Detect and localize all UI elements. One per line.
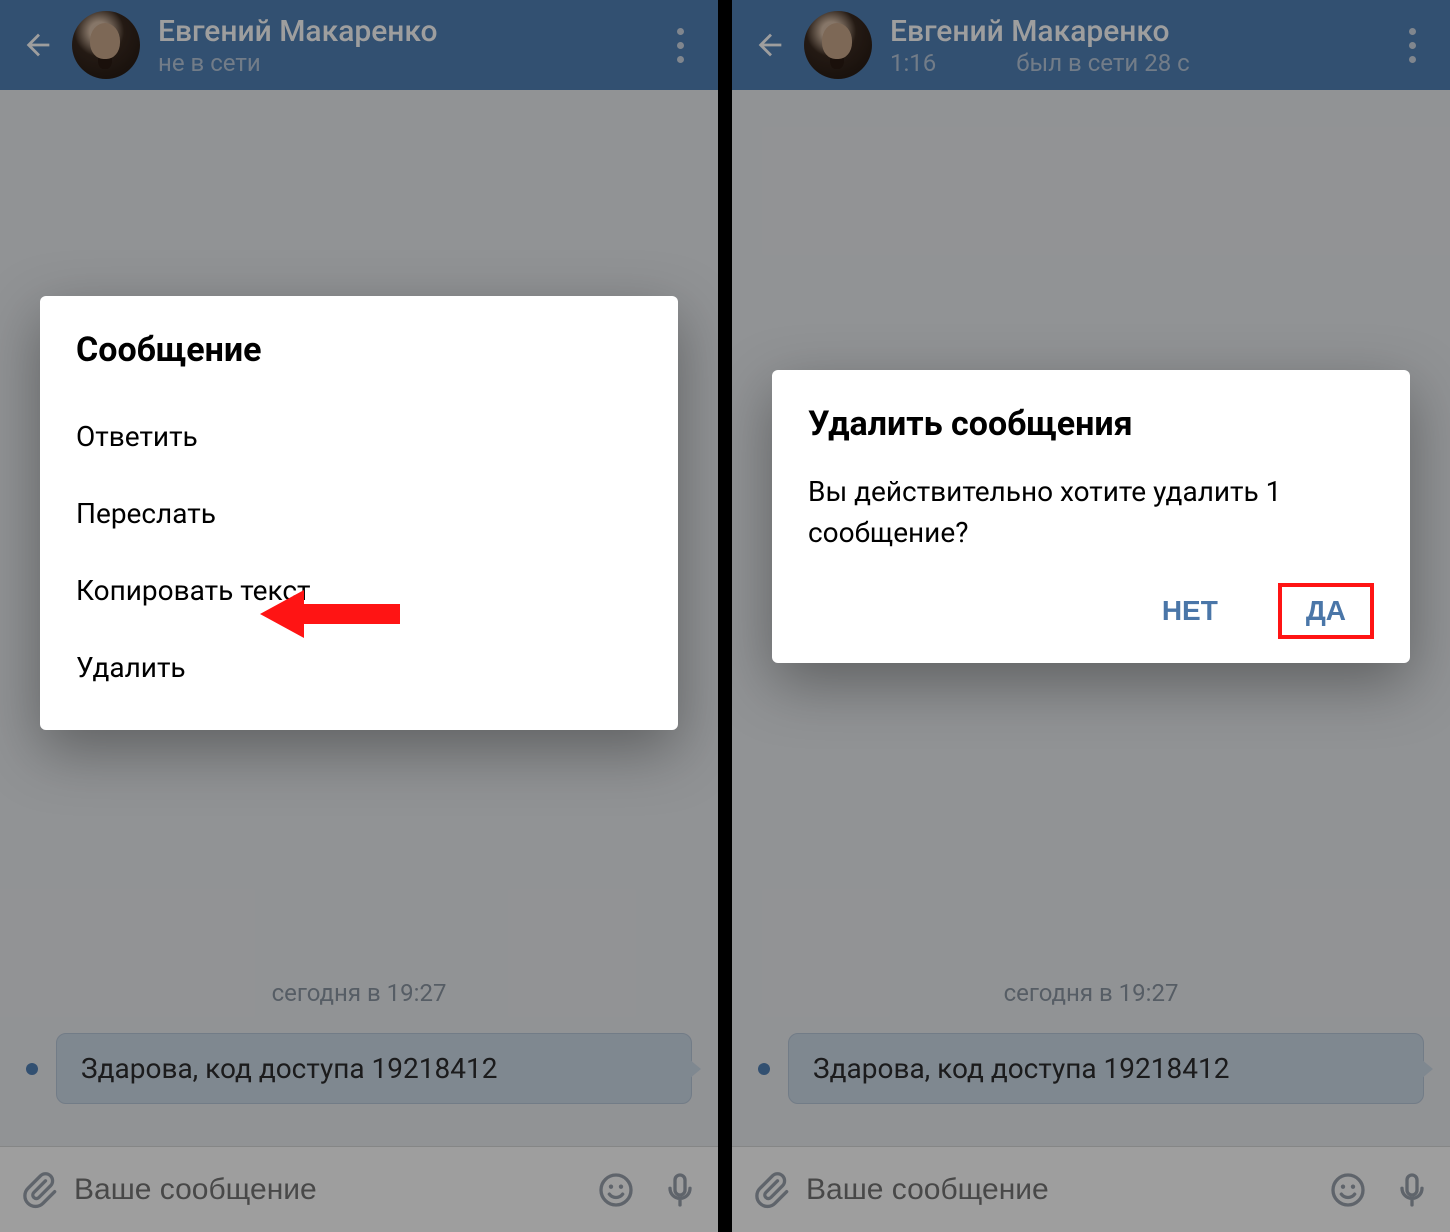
screen-right: Евгений Макаренко 1:16 был в сети 28 с с… [732,0,1450,1232]
confirm-delete-dialog: Удалить сообщения Вы действительно хотит… [772,370,1410,663]
confirm-button[interactable]: ДА [1292,589,1360,633]
menu-item-reply[interactable]: Ответить [76,398,642,475]
dialog-title: Сообщение [76,330,642,370]
dialog-body: Вы действительно хотите удалить 1 сообще… [808,472,1374,553]
dialog-title: Удалить сообщения [808,404,1374,444]
screen-left: Евгений Макаренко не в сети сегодня в 19… [0,0,718,1232]
menu-item-copy[interactable]: Копировать текст [76,552,642,629]
menu-item-forward[interactable]: Переслать [76,475,642,552]
dialog-actions: НЕТ ДА [808,583,1374,639]
menu-item-delete[interactable]: Удалить [76,629,642,706]
red-highlight-annotation: ДА [1278,583,1374,639]
screens-divider [718,0,732,1232]
cancel-button[interactable]: НЕТ [1148,589,1232,633]
message-actions-dialog: Сообщение Ответить Переслать Копировать … [40,296,678,730]
